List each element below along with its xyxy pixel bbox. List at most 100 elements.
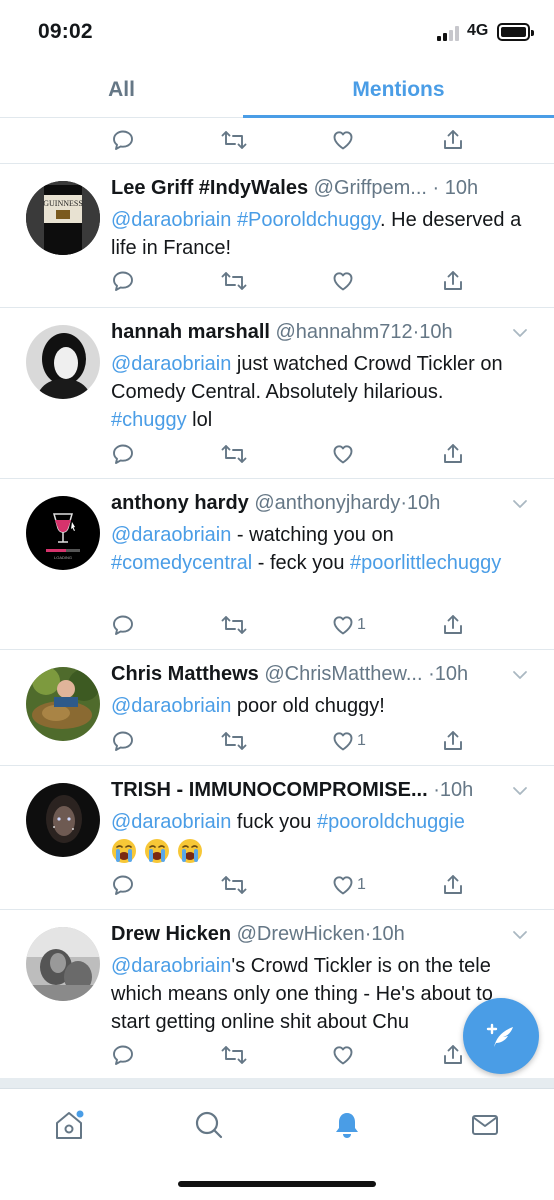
share-icon[interactable] bbox=[441, 266, 465, 296]
feed-end-separator bbox=[0, 1078, 554, 1088]
tweet[interactable]: GUINNESS Lee Griff #IndyWales @Griffpem.… bbox=[0, 164, 554, 308]
reply-icon[interactable] bbox=[111, 1040, 135, 1070]
text-fragment: - feck you bbox=[252, 552, 350, 574]
battery-icon bbox=[497, 23, 534, 41]
chevron-down-icon[interactable] bbox=[512, 783, 528, 799]
retweet-icon[interactable] bbox=[220, 1040, 248, 1070]
notifications-bell-icon bbox=[336, 1113, 358, 1138]
reply-icon[interactable] bbox=[111, 125, 135, 155]
search-icon bbox=[195, 1111, 223, 1139]
tweet-partial bbox=[0, 118, 554, 164]
reply-icon[interactable] bbox=[111, 610, 135, 640]
mention-link[interactable]: @daraobriain bbox=[111, 524, 231, 546]
retweet-icon[interactable] bbox=[220, 125, 248, 155]
share-icon[interactable] bbox=[441, 1040, 465, 1070]
chevron-down-icon[interactable] bbox=[512, 325, 528, 341]
heart-icon[interactable]: 1 bbox=[331, 610, 366, 640]
retweet-icon[interactable] bbox=[220, 266, 248, 296]
tweet-text: @daraobriain fuck you #pooroldchuggie bbox=[111, 808, 524, 864]
separator-dot: · bbox=[428, 663, 435, 685]
tweet[interactable]: TRISH - IMMUNOCOMPROMISE... ·10h @daraob… bbox=[0, 766, 554, 910]
like-count: 1 bbox=[357, 876, 366, 893]
notifications-tab[interactable] bbox=[327, 1105, 367, 1145]
tweet[interactable]: LOADING anthony hardy @anthonyjhardy·10h… bbox=[0, 479, 554, 650]
avatar[interactable]: GUINNESS bbox=[26, 181, 100, 255]
mention-link[interactable]: @daraobriain bbox=[111, 209, 231, 231]
hashtag-link[interactable]: #Pooroldchuggy bbox=[237, 209, 380, 231]
reply-icon[interactable] bbox=[111, 726, 135, 756]
network-type: 4G bbox=[467, 22, 489, 39]
cellular-signal-icon bbox=[437, 25, 463, 41]
author-handle[interactable]: @hannahm712 bbox=[276, 321, 413, 343]
author-handle[interactable]: @DrewHicken bbox=[237, 923, 365, 945]
chevron-down-icon[interactable] bbox=[512, 667, 528, 683]
author-name[interactable]: Chris Matthews bbox=[111, 663, 259, 685]
author-name[interactable]: anthony hardy bbox=[111, 492, 249, 514]
compose-tweet-button[interactable] bbox=[463, 998, 539, 1074]
author-handle[interactable]: @ChrisMatthew... bbox=[264, 663, 422, 685]
share-icon[interactable] bbox=[441, 870, 465, 900]
separator-dot: · bbox=[433, 779, 440, 801]
share-icon[interactable] bbox=[441, 439, 465, 469]
tweet-text: @daraobriain poor old chuggy! bbox=[111, 692, 524, 720]
author-name[interactable]: TRISH - IMMUNOCOMPROMISE... bbox=[111, 779, 428, 801]
mention-link[interactable]: @daraobriain bbox=[111, 695, 231, 717]
tab-all[interactable]: All bbox=[0, 62, 243, 118]
tweet[interactable]: Chris Matthews @ChrisMatthew... ·10h @da… bbox=[0, 650, 554, 766]
heart-icon[interactable] bbox=[331, 125, 355, 155]
heart-icon[interactable] bbox=[331, 1040, 357, 1070]
author-handle[interactable]: @Griffpem... bbox=[314, 177, 427, 199]
avatar[interactable] bbox=[26, 667, 100, 741]
avatar[interactable] bbox=[26, 783, 100, 857]
chevron-down-icon[interactable] bbox=[512, 927, 528, 943]
retweet-icon[interactable] bbox=[220, 726, 248, 756]
tweet-header: hannah marshall @hannahm712·10h bbox=[111, 321, 494, 344]
messages-envelope-icon bbox=[472, 1115, 498, 1135]
text-fragment: - watching you on bbox=[231, 524, 394, 546]
tweet-actions bbox=[111, 266, 471, 296]
avatar[interactable] bbox=[26, 927, 100, 1001]
tweet[interactable]: hannah marshall @hannahm712·10h @daraobr… bbox=[0, 308, 554, 479]
tweet-actions: 1 bbox=[111, 870, 471, 900]
tab-mentions[interactable]: Mentions bbox=[243, 62, 554, 118]
avatar[interactable] bbox=[26, 325, 100, 399]
retweet-icon[interactable] bbox=[220, 610, 248, 640]
mention-link[interactable]: @daraobriain bbox=[111, 955, 231, 977]
tweet-time: 10h bbox=[434, 663, 469, 685]
author-name[interactable]: hannah marshall bbox=[111, 321, 270, 343]
author-name[interactable]: Lee Griff #IndyWales bbox=[111, 177, 308, 199]
tweet-text: @daraobriain just watched Crowd Tickler … bbox=[111, 350, 524, 434]
hashtag-link[interactable]: #chuggy bbox=[111, 409, 187, 431]
tweet-actions bbox=[111, 125, 471, 155]
avatar[interactable]: LOADING bbox=[26, 496, 100, 570]
share-icon[interactable] bbox=[441, 726, 465, 756]
retweet-icon[interactable] bbox=[220, 439, 248, 469]
heart-icon[interactable]: 1 bbox=[331, 870, 366, 900]
reply-icon[interactable] bbox=[111, 870, 135, 900]
author-handle[interactable]: @anthonyjhardy bbox=[254, 492, 400, 514]
status-time: 09:02 bbox=[38, 20, 93, 43]
search-tab[interactable] bbox=[189, 1105, 229, 1145]
text-fragment: poor old chuggy! bbox=[231, 695, 385, 717]
tweet-time: 10h bbox=[406, 492, 441, 514]
hashtag-link[interactable]: #comedycentral bbox=[111, 552, 252, 574]
mention-link[interactable]: @daraobriain bbox=[111, 353, 231, 375]
hashtag-link[interactable]: #pooroldchuggie bbox=[317, 811, 465, 833]
notification-tabs: All Mentions bbox=[0, 62, 554, 118]
share-icon[interactable] bbox=[441, 610, 465, 640]
messages-tab[interactable] bbox=[465, 1105, 505, 1145]
heart-icon[interactable] bbox=[331, 266, 357, 296]
reply-icon[interactable] bbox=[111, 439, 135, 469]
reply-icon[interactable] bbox=[111, 266, 135, 296]
share-icon[interactable] bbox=[441, 125, 465, 155]
retweet-icon[interactable] bbox=[220, 870, 248, 900]
heart-icon[interactable] bbox=[331, 439, 357, 469]
author-name[interactable]: Drew Hicken bbox=[111, 923, 231, 945]
mention-link[interactable]: @daraobriain bbox=[111, 811, 231, 833]
heart-icon[interactable]: 1 bbox=[331, 726, 366, 756]
home-tab[interactable] bbox=[49, 1105, 89, 1145]
tweet-time: 10h bbox=[419, 321, 453, 343]
hashtag-link[interactable]: #poorlittlechuggy bbox=[350, 552, 501, 574]
chevron-down-icon[interactable] bbox=[512, 496, 528, 512]
tweet-actions: 1 bbox=[111, 610, 471, 640]
